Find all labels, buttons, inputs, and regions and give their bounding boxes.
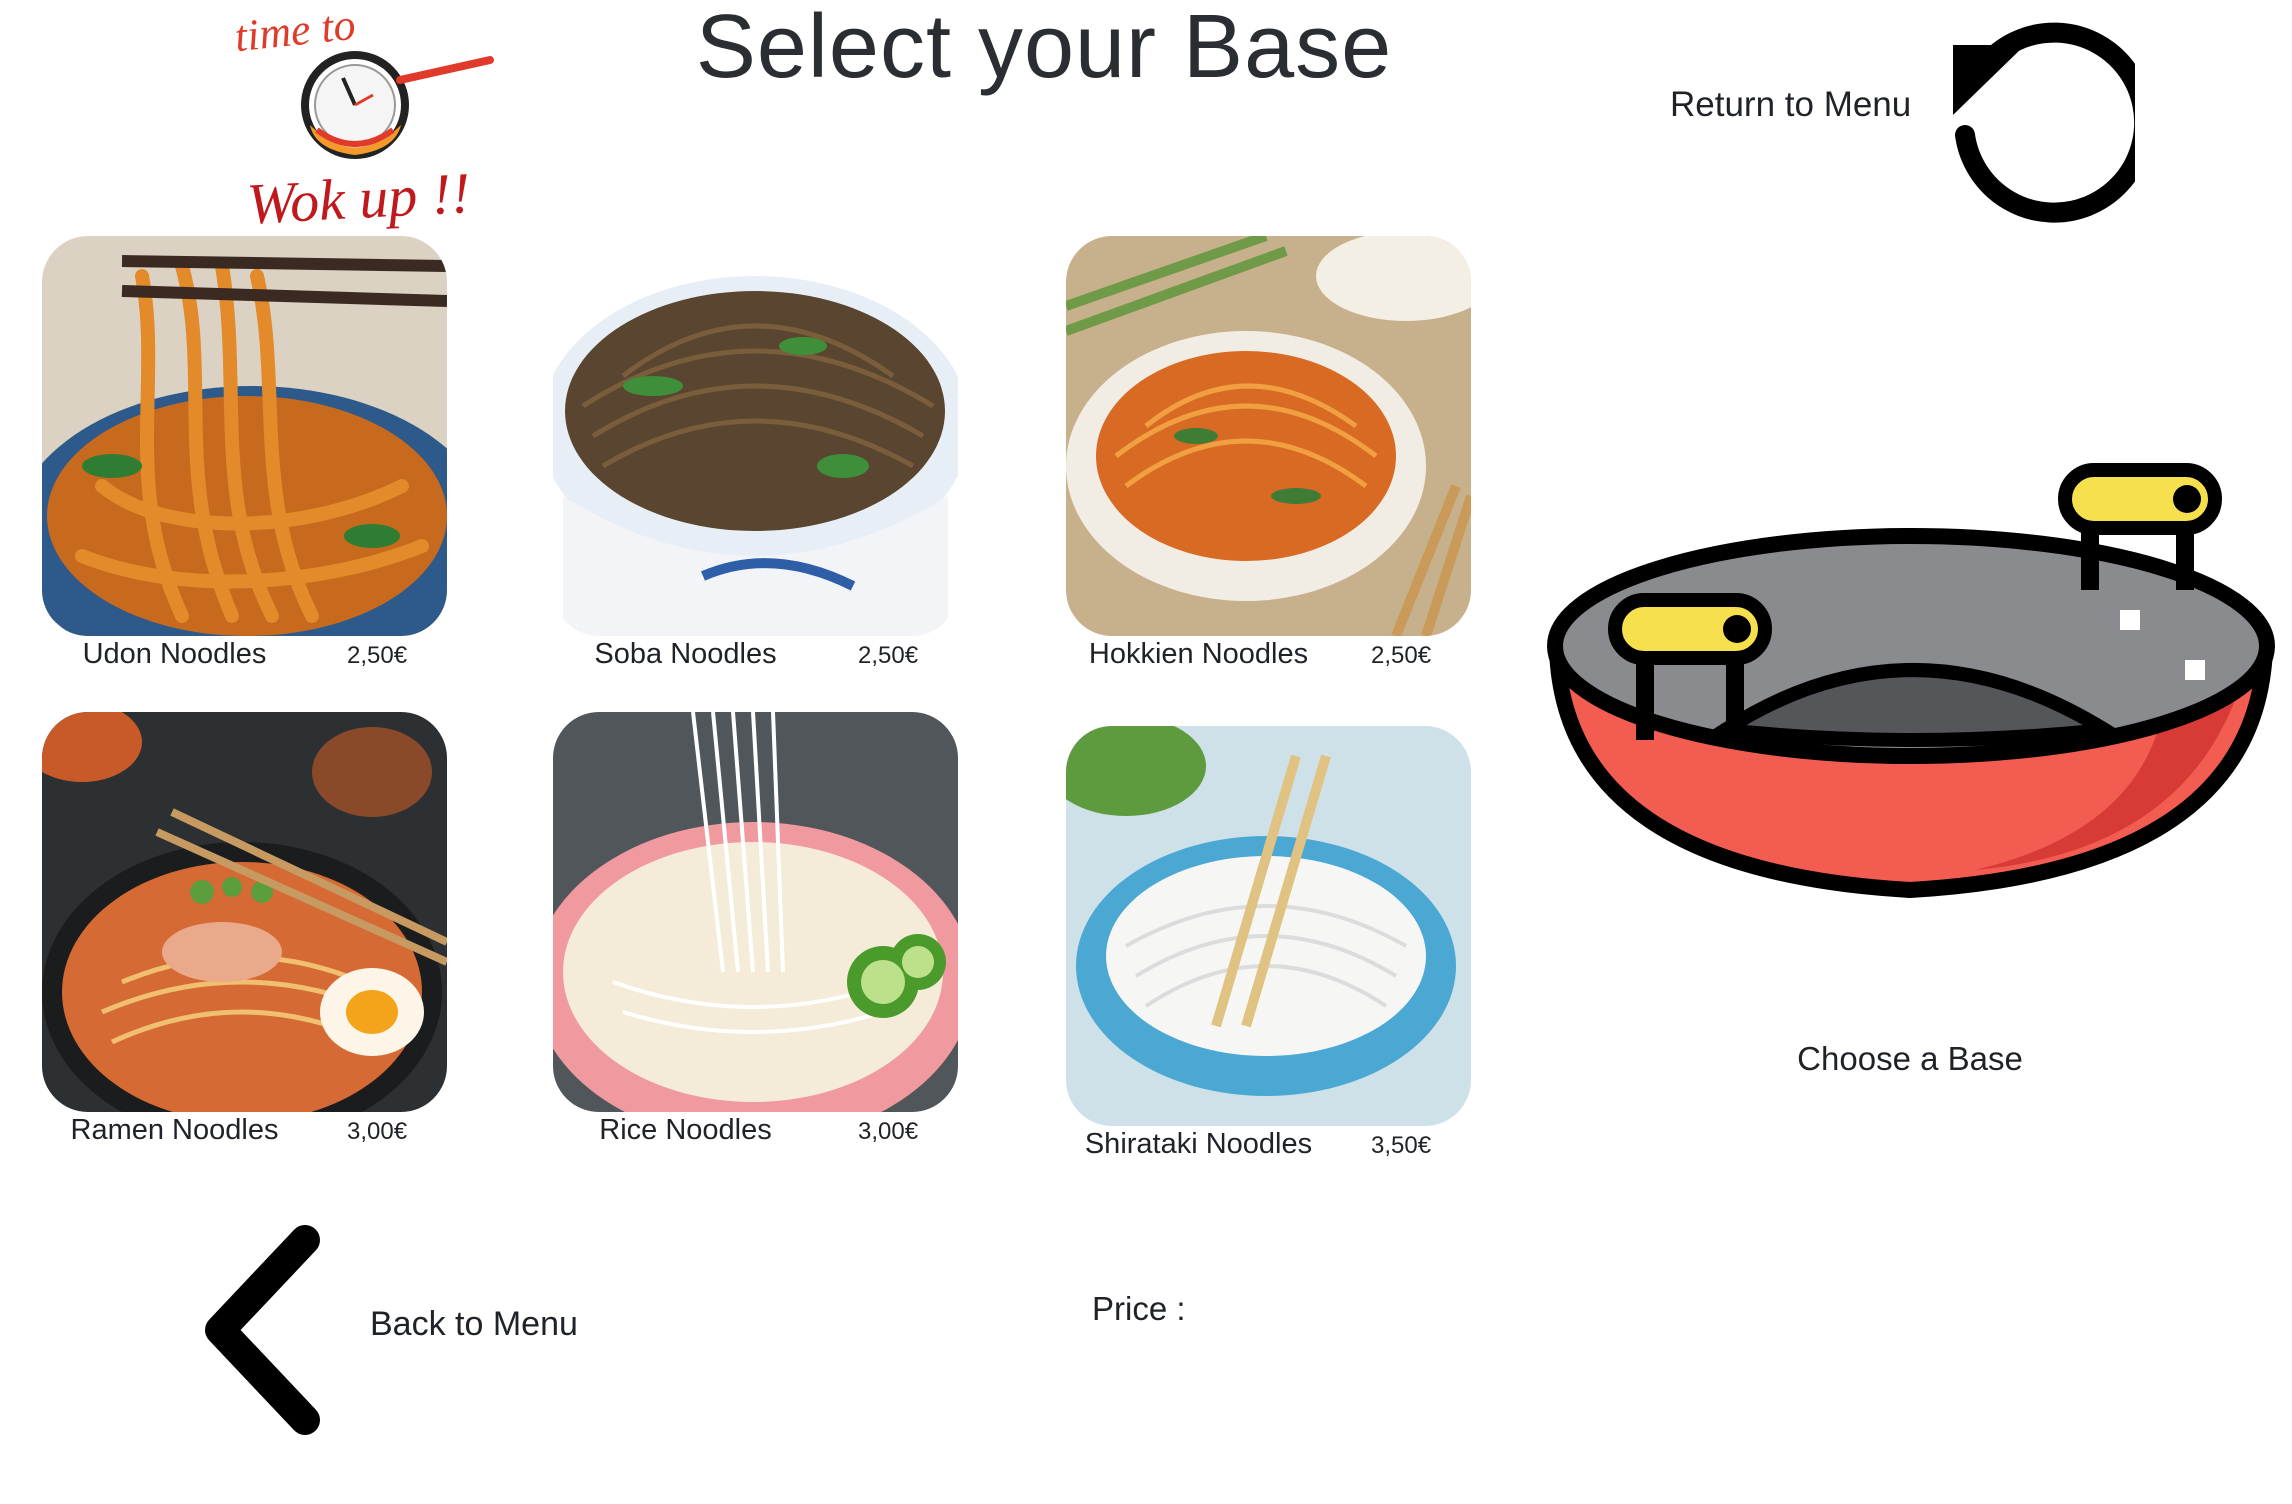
back-to-menu-label: Back to Menu	[370, 1305, 578, 1343]
base-card-soba[interactable]: Soba Noodles 2,50€	[553, 236, 958, 670]
logo-line2: Wok up !!	[245, 160, 471, 235]
base-name-udon: Udon Noodles	[82, 638, 267, 670]
wok-icon	[1547, 463, 2275, 898]
soba-noodles-image	[553, 236, 958, 636]
ramen-noodles-image	[42, 712, 447, 1112]
base-price-hokkien: 2,50€	[1371, 642, 1432, 669]
base-card-shirataki[interactable]: Shirataki Noodles 3,50€	[1066, 726, 1471, 1160]
rice-noodles-image	[553, 712, 958, 1112]
base-price-udon: 2,50€	[347, 642, 408, 669]
return-to-menu-label: Return to Menu	[1670, 85, 1912, 124]
shirataki-noodles-image	[1066, 726, 1471, 1126]
base-name-hokkien: Hokkien Noodles	[1088, 638, 1309, 670]
base-card-ramen[interactable]: Ramen Noodles 3,00€	[42, 712, 447, 1146]
base-name-ramen: Ramen Noodles	[70, 1114, 279, 1146]
price-label: Price :	[1092, 1290, 1186, 1327]
base-card-rice[interactable]: Rice Noodles 3,00€	[553, 712, 958, 1146]
page-title: Select your Base	[695, 0, 1393, 97]
base-price-shirataki: 3,50€	[1371, 1132, 1432, 1159]
back-to-menu-button[interactable]: Back to Menu	[200, 1225, 620, 1435]
hokkien-noodles-image	[1066, 236, 1471, 636]
base-name-rice: Rice Noodles	[599, 1114, 772, 1146]
base-card-udon[interactable]: Udon Noodles 2,50€	[42, 236, 447, 670]
return-to-menu-button[interactable]: Return to Menu	[1670, 22, 2135, 223]
base-card-hokkien[interactable]: Hokkien Noodles 2,50€	[1066, 236, 1471, 670]
base-name-soba: Soba Noodles	[594, 638, 777, 670]
choose-base-label: Choose a Base	[1797, 1040, 2023, 1077]
udon-noodles-image	[42, 236, 447, 636]
base-price-soba: 2,50€	[858, 642, 919, 669]
base-name-shirataki: Shirataki Noodles	[1084, 1128, 1313, 1160]
base-price-rice: 3,00€	[858, 1118, 919, 1145]
rotate-ccw-icon[interactable]	[1915, 5, 2135, 225]
base-price-ramen: 3,00€	[347, 1118, 408, 1145]
chevron-left-icon[interactable]	[200, 1225, 330, 1435]
